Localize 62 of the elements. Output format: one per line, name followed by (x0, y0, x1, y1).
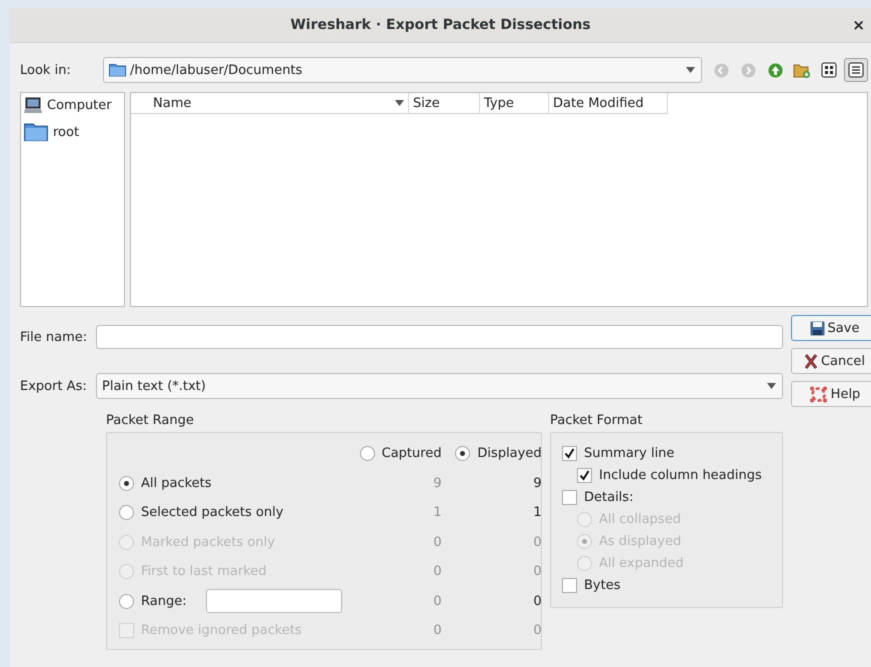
captured-count: 9 (433, 476, 442, 491)
displayed-count: 0 (533, 623, 542, 638)
captured-count: 0 (433, 594, 442, 609)
option-label: All packets (141, 476, 212, 491)
captured-count: 0 (433, 534, 442, 550)
captured-count: 1 (433, 505, 442, 520)
dropdown-caret-icon (767, 383, 776, 389)
lifebuoy-icon (808, 386, 828, 402)
option-label: Details: (584, 490, 634, 505)
radio-button[interactable] (119, 594, 134, 609)
group-title: Packet Format (550, 413, 644, 428)
folder-icon (109, 63, 126, 77)
checkbox[interactable] (562, 578, 577, 593)
new-folder-icon (793, 62, 811, 78)
place-item[interactable]: Computer (24, 97, 121, 114)
column-header[interactable]: Type (480, 93, 549, 113)
option-label: Captured (382, 446, 442, 462)
file-name-field[interactable] (96, 325, 783, 349)
option-label: Include column headings (599, 468, 762, 483)
help-button[interactable]: Help (791, 381, 871, 407)
radio-button[interactable] (360, 446, 375, 462)
close-button[interactable]: × (852, 16, 865, 34)
displayed-count: 0 (533, 534, 542, 550)
cross-icon (804, 354, 818, 368)
field-label: Export As: (20, 378, 88, 394)
option-label: Displayed (477, 446, 542, 462)
option-label: Selected packets only (141, 505, 284, 520)
column-header[interactable]: Name (131, 93, 409, 113)
radio-button[interactable] (119, 476, 134, 491)
option-label: Summary line (584, 446, 674, 461)
dropdown-caret-icon (395, 100, 404, 106)
checkbox[interactable] (562, 446, 577, 461)
displayed-count: 0 (533, 564, 542, 580)
displayed-count: 9 (533, 476, 542, 491)
option-label: Range: (141, 594, 187, 609)
displayed-count: 1 (533, 505, 542, 520)
save-button[interactable]: Save (791, 315, 871, 341)
list-view-icon (848, 62, 864, 78)
column-header[interactable]: Size (409, 93, 480, 113)
column-header[interactable]: Date Modified (549, 93, 668, 113)
window-title: Wireshark · Export Packet Dissections (290, 17, 591, 33)
captured-count: 0 (433, 564, 442, 580)
captured-count: 0 (433, 623, 442, 638)
radio-button[interactable] (119, 505, 134, 520)
look-in-dropdown[interactable]: /home/labuser/Documents (103, 57, 702, 83)
grid-view-icon (821, 62, 837, 78)
checkbox[interactable] (562, 490, 577, 505)
displayed-count: 0 (533, 594, 542, 609)
toolbar-button[interactable] (844, 58, 868, 82)
export-format-dropdown[interactable]: Plain text (*.txt) (96, 373, 783, 399)
folder-icon (24, 122, 48, 142)
field-label: File name: (20, 330, 88, 344)
range-field[interactable] (206, 589, 342, 614)
option-label: Bytes (584, 578, 620, 593)
group-title: Packet Range (106, 413, 195, 428)
cancel-button[interactable]: Cancel (791, 348, 871, 374)
radio-button[interactable] (455, 446, 470, 462)
dropdown-caret-icon (686, 67, 695, 73)
computer-icon (24, 97, 42, 114)
checkbox[interactable] (577, 468, 592, 483)
place-item[interactable]: root (24, 122, 121, 142)
field-label: Look in: (20, 62, 72, 78)
